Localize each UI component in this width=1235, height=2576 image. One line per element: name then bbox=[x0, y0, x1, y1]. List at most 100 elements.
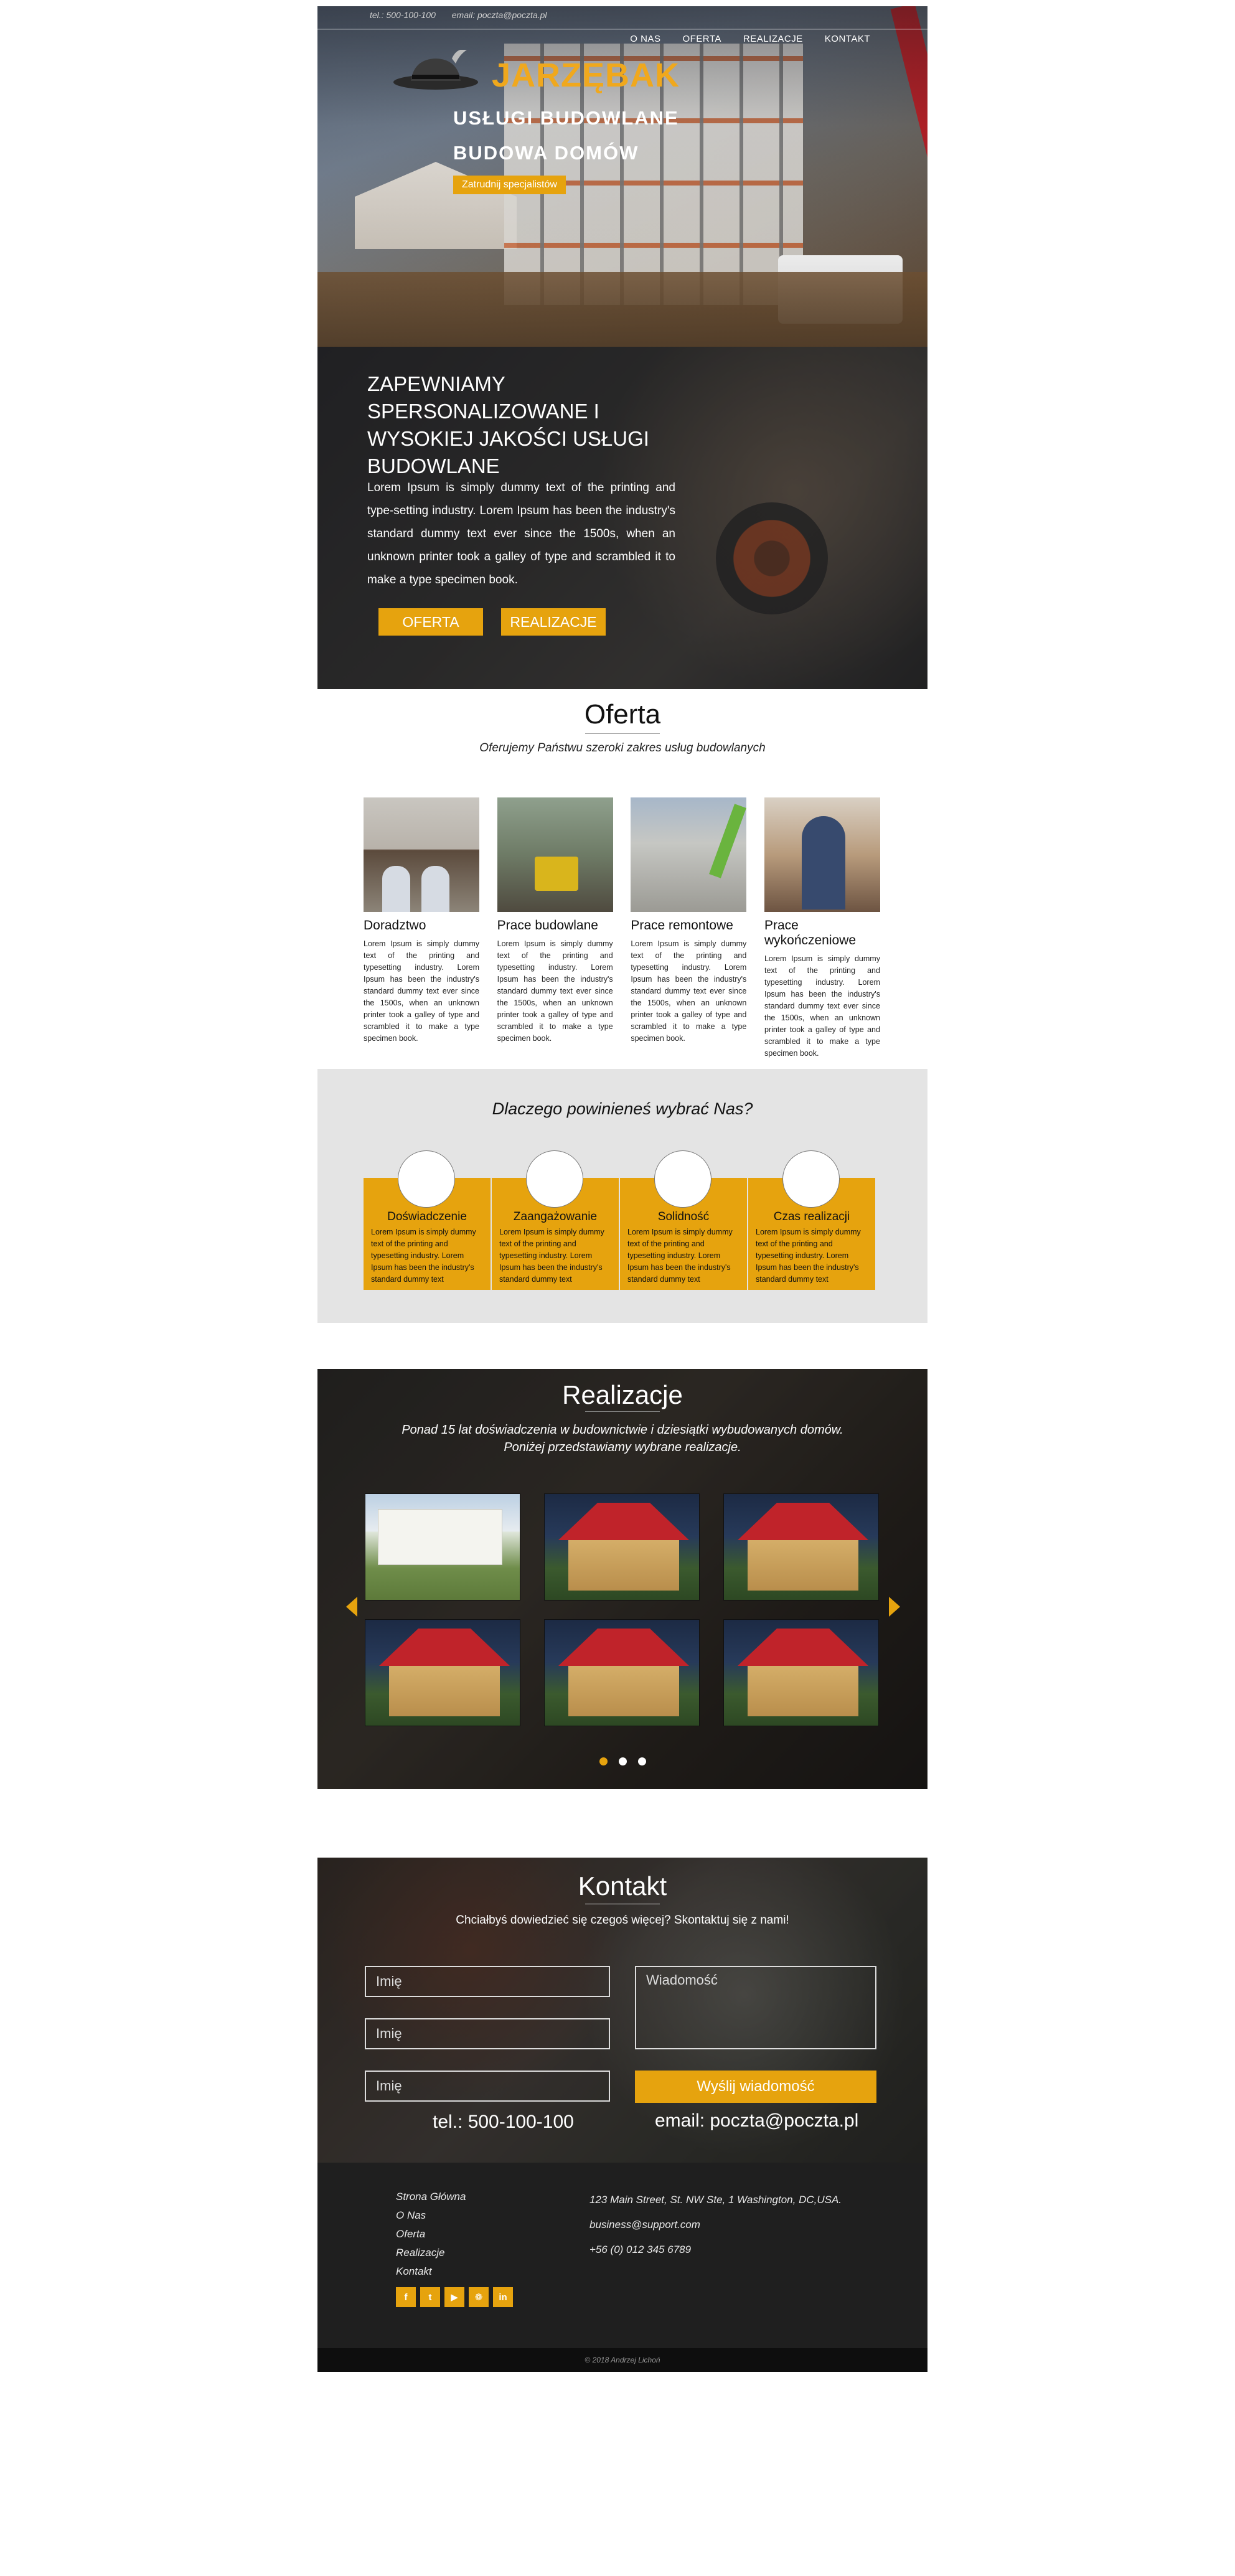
footer-link-offer[interactable]: Oferta bbox=[396, 2225, 466, 2244]
gallery-photo[interactable] bbox=[544, 1619, 700, 1726]
feature-circle-icon bbox=[654, 1150, 711, 1208]
service-photo-construction bbox=[497, 797, 613, 912]
realizations-button[interactable]: REALIZACJE bbox=[501, 608, 606, 636]
social-links: f t ▶ ❁ in bbox=[396, 2287, 513, 2307]
realizations-subtitle: Ponad 15 lat doświadczenia w budownictwi… bbox=[401, 1423, 843, 1454]
offer-button[interactable]: OFERTA bbox=[378, 608, 483, 636]
service-title: Doradztwo bbox=[364, 918, 426, 933]
hero-tagline: USŁUGI BUDOWLANE BUDOWA DOMÓW bbox=[453, 101, 679, 171]
feature-title: Solidność bbox=[657, 1210, 710, 1223]
logo[interactable]: JARZĘBAK bbox=[392, 25, 679, 100]
feature-title: Zaangażowanie bbox=[513, 1210, 598, 1223]
why-us-section: Dlaczego powinieneś wybrać Nas? Doświadc… bbox=[317, 1069, 927, 1323]
offer-title-underline bbox=[585, 733, 660, 734]
gallery-prev-arrow-icon[interactable] bbox=[346, 1597, 357, 1617]
nav-o-nas[interactable]: O NAS bbox=[630, 34, 660, 44]
send-message-button[interactable]: Wyślij wiadomość bbox=[635, 2071, 876, 2103]
contact-title: Kontakt bbox=[578, 1871, 667, 1901]
footer-links: Strona Główna O Nas Oferta Realizacje Ko… bbox=[396, 2188, 466, 2281]
footer: Strona Główna O Nas Oferta Realizacje Ko… bbox=[317, 2163, 927, 2348]
footer-email[interactable]: business@support.com bbox=[589, 2212, 842, 2237]
contact-subtitle: Chciałbyś dowiedzieć się czegoś więcej? … bbox=[456, 1914, 789, 1927]
service-text: Lorem Ipsum is simply dummy text of the … bbox=[764, 954, 880, 1058]
gallery-photo[interactable] bbox=[723, 1619, 879, 1726]
name-field-2[interactable] bbox=[365, 2018, 610, 2049]
footer-link-home[interactable]: Strona Główna bbox=[396, 2188, 466, 2206]
feature-text: Lorem Ipsum is simply dummy text of the … bbox=[627, 1228, 733, 1284]
feature-circle-icon bbox=[526, 1150, 583, 1208]
youtube-icon[interactable]: ▶ bbox=[444, 2287, 464, 2307]
gallery-photo[interactable] bbox=[365, 1619, 520, 1726]
service-text: Lorem Ipsum is simply dummy text of the … bbox=[364, 939, 479, 1043]
copyright: © 2018 Andrzej Lichoń bbox=[317, 2348, 927, 2372]
nav-realizacje[interactable]: REALIZACJE bbox=[743, 34, 803, 44]
offer-title: Oferta bbox=[584, 699, 661, 730]
hero-section: tel.: 500-100-100 email: poczta@poczta.p… bbox=[317, 6, 927, 347]
gallery-dot-1[interactable] bbox=[599, 1757, 608, 1765]
main-nav: O NAS OFERTA REALIZACJE KONTAKT bbox=[630, 34, 870, 44]
gallery-dot-3[interactable] bbox=[637, 1757, 646, 1765]
service-text: Lorem Ipsum is simply dummy text of the … bbox=[497, 939, 613, 1043]
service-photo-consulting bbox=[364, 797, 479, 912]
feature-title: Doświadczenie bbox=[387, 1210, 467, 1223]
service-text: Lorem Ipsum is simply dummy text of the … bbox=[631, 939, 747, 1043]
feature-text: Lorem Ipsum is simply dummy text of the … bbox=[371, 1228, 476, 1284]
gallery-next-arrow-icon[interactable] bbox=[889, 1597, 900, 1617]
footer-link-about[interactable]: O Nas bbox=[396, 2206, 466, 2225]
facebook-icon[interactable]: f bbox=[396, 2287, 416, 2307]
intro-text: Lorem Ipsum is simply dummy text of the … bbox=[367, 481, 675, 586]
service-card[interactable]: Prace wykończeniowe Lorem Ipsum is simpl… bbox=[764, 797, 880, 1060]
twitter-icon[interactable]: t bbox=[420, 2287, 440, 2307]
realizations-title-underline bbox=[585, 1411, 660, 1412]
feature-text: Lorem Ipsum is simply dummy text of the … bbox=[499, 1228, 604, 1284]
footer-contact-info: 123 Main Street, St. NW Ste, 1 Washingto… bbox=[589, 2188, 842, 2262]
hat-icon bbox=[393, 50, 478, 90]
offer-subtitle: Oferujemy Państwu szeroki zakres usług b… bbox=[479, 741, 766, 754]
footer-link-contact[interactable]: Kontakt bbox=[396, 2262, 466, 2281]
service-title: Prace remontowe bbox=[631, 918, 733, 933]
feature-circle-icon bbox=[398, 1150, 455, 1208]
page: tel.: 500-100-100 email: poczta@poczta.p… bbox=[317, 6, 927, 2372]
hero-tagline-line2: BUDOWA DOMÓW bbox=[453, 142, 639, 164]
service-photo-finishing bbox=[764, 797, 880, 912]
service-card[interactable]: Prace remontowe Lorem Ipsum is simply du… bbox=[631, 797, 747, 1060]
realizations-gallery bbox=[365, 1493, 879, 1726]
intro-title: ZAPEWNIAMY SPERSONALIZOWANE I WYSOKIEJ J… bbox=[367, 372, 649, 477]
gallery-dot-2[interactable] bbox=[618, 1757, 627, 1765]
topbar: tel.: 500-100-100 email: poczta@poczta.p… bbox=[317, 6, 927, 26]
logo-text: JARZĘBAK bbox=[492, 57, 680, 94]
nav-kontakt[interactable]: KONTAKT bbox=[825, 34, 870, 44]
service-card[interactable]: Doradztwo Lorem Ipsum is simply dummy te… bbox=[364, 797, 479, 1060]
contact-phone: tel.: 500-100-100 bbox=[433, 2112, 574, 2132]
gallery-photo[interactable] bbox=[723, 1493, 879, 1601]
service-card[interactable]: Prace budowlane Lorem Ipsum is simply du… bbox=[497, 797, 613, 1060]
service-title: Prace wykończeniowe bbox=[764, 918, 857, 947]
topbar-phone: tel.: 500-100-100 bbox=[370, 10, 436, 20]
footer-phone: +56 (0) 012 345 6789 bbox=[589, 2244, 692, 2255]
feature-circle-icon bbox=[782, 1150, 840, 1208]
services-list: Doradztwo Lorem Ipsum is simply dummy te… bbox=[364, 797, 880, 1060]
hero-tagline-line1: USŁUGI BUDOWLANE bbox=[453, 107, 679, 129]
topbar-email[interactable]: email: poczta@poczta.pl bbox=[452, 10, 547, 20]
contact-section: Kontakt Chciałbyś dowiedzieć się czegoś … bbox=[317, 1858, 927, 2163]
nav-oferta[interactable]: OFERTA bbox=[682, 34, 721, 44]
footer-address: 123 Main Street, St. NW Ste, 1 Washingto… bbox=[589, 2194, 842, 2206]
message-field[interactable] bbox=[635, 1966, 876, 2049]
feature-title: Czas realizacji bbox=[773, 1210, 850, 1223]
name-field[interactable] bbox=[365, 1966, 610, 1997]
feature-text: Lorem Ipsum is simply dummy text of the … bbox=[756, 1228, 861, 1284]
linkedin-icon[interactable]: in bbox=[493, 2287, 513, 2307]
gallery-pagination bbox=[317, 1757, 927, 1765]
intro-section: ZAPEWNIAMY SPERSONALIZOWANE I WYSOKIEJ J… bbox=[317, 347, 927, 689]
realizations-section: Realizacje Ponad 15 lat doświadczenia w … bbox=[317, 1369, 927, 1789]
service-title: Prace budowlane bbox=[497, 918, 598, 933]
realizations-title: Realizacje bbox=[562, 1380, 683, 1409]
offer-section: Oferta Oferujemy Państwu szeroki zakres … bbox=[317, 689, 927, 1069]
footer-link-realizations[interactable]: Realizacje bbox=[396, 2244, 466, 2262]
hire-specialists-button[interactable]: Zatrudnij specjalistów bbox=[453, 176, 566, 194]
name-field-3[interactable] bbox=[365, 2071, 610, 2102]
gallery-photo[interactable] bbox=[365, 1493, 520, 1601]
contact-email[interactable]: email: poczta@poczta.pl bbox=[655, 2110, 858, 2132]
dribbble-icon[interactable]: ❁ bbox=[469, 2287, 489, 2307]
gallery-photo[interactable] bbox=[544, 1493, 700, 1601]
